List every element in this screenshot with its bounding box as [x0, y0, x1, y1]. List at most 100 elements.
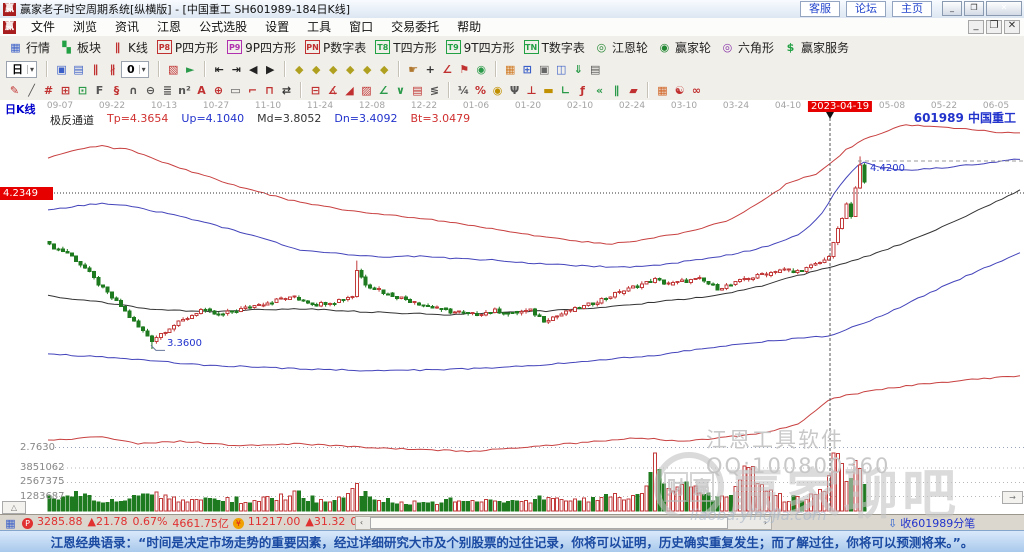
gann-box-tool[interactable]: ⊡: [75, 83, 90, 98]
chevron-down-icon[interactable]: ▾: [27, 65, 34, 74]
scroll-right-button[interactable]: →: [1002, 491, 1023, 504]
color-grid-icon[interactable]: ▦: [655, 83, 670, 98]
period-combo[interactable]: 日▾: [6, 61, 37, 78]
support-line-tool[interactable]: ⊥: [524, 83, 539, 98]
report-tool[interactable]: ▤: [410, 83, 425, 98]
next-bar-icon[interactable]: ▶: [263, 62, 278, 77]
winner-service-button[interactable]: $赢家服务: [783, 38, 849, 56]
menu-browse[interactable]: 浏览: [64, 18, 106, 36]
parallel-tool[interactable]: ∥: [609, 83, 624, 98]
pane-collapse-button[interactable]: △: [2, 501, 26, 514]
mdi-close-button[interactable]: ✕: [1004, 20, 1020, 34]
ratio-tool[interactable]: ¼: [456, 83, 471, 98]
print-icon[interactable]: ▤: [588, 62, 603, 77]
speed-lines-tool[interactable]: «: [592, 83, 607, 98]
t-table-button[interactable]: TNT数字表: [524, 38, 585, 56]
scroll-left-arrow-icon[interactable]: ‹: [356, 518, 367, 528]
forum-button[interactable]: 论坛: [846, 1, 886, 17]
infinity-icon[interactable]: ∞: [689, 83, 704, 98]
compress-diamond-icon[interactable]: ◆: [377, 62, 392, 77]
customer-service-button[interactable]: 客服: [800, 1, 840, 17]
shift-left-diamond-icon[interactable]: ◆: [326, 62, 341, 77]
circle-marker-icon[interactable]: ◉: [474, 62, 489, 77]
quote-table-icon[interactable]: ▦: [3, 516, 18, 531]
function-tool[interactable]: ƒ: [575, 83, 590, 98]
gold-band-tool[interactable]: ▬: [541, 83, 556, 98]
expand-diamond-icon[interactable]: ◆: [360, 62, 375, 77]
hand-tool-icon[interactable]: ☛: [406, 62, 421, 77]
cylinder-tool[interactable]: ⊓: [262, 83, 277, 98]
minimize-button[interactable]: _: [942, 1, 962, 16]
quote-button[interactable]: ▦行情: [8, 38, 50, 56]
overlay-kline-icon[interactable]: ▧: [166, 62, 181, 77]
mdi-minimize-button[interactable]: _: [968, 20, 984, 34]
circle-cross-tool[interactable]: ⊕: [211, 83, 226, 98]
menu-settings[interactable]: 设置: [256, 18, 298, 36]
p-table-button[interactable]: PNP数字表: [305, 38, 366, 56]
quote-board-icon[interactable]: ▤: [71, 62, 86, 77]
last-page-icon[interactable]: ⇥: [229, 62, 244, 77]
rays-tool[interactable]: ∡: [325, 83, 340, 98]
menu-file[interactable]: 文件: [22, 18, 64, 36]
taiji-icon[interactable]: ☯: [672, 83, 687, 98]
zoom-in-diamond-icon[interactable]: ◆: [292, 62, 307, 77]
gann-wheel-button[interactable]: ◎江恩轮: [594, 38, 648, 56]
9p-square-button[interactable]: P99P四方形: [227, 38, 296, 56]
homepage-button[interactable]: 主页: [892, 1, 932, 17]
menu-gann[interactable]: 江恩: [148, 18, 190, 36]
menu-news[interactable]: 资讯: [106, 18, 148, 36]
rect-tool[interactable]: ▭: [228, 83, 243, 98]
pencil-tool[interactable]: ✎: [7, 83, 22, 98]
fan-tool[interactable]: ◢: [342, 83, 357, 98]
window-layout-icon[interactable]: ▣: [54, 62, 69, 77]
multi-line-tool[interactable]: ≣: [160, 83, 175, 98]
9t-square-button[interactable]: T99T四方形: [446, 38, 515, 56]
grid-lines-tool[interactable]: #: [41, 83, 56, 98]
menu-formula-select[interactable]: 公式选股: [190, 18, 256, 36]
zigzag-tool[interactable]: ≶: [427, 83, 442, 98]
expand-tool[interactable]: ⇄: [279, 83, 294, 98]
angle-line-tool[interactable]: ∠: [376, 83, 391, 98]
menu-trade[interactable]: 交易委托: [382, 18, 448, 36]
t-square-button[interactable]: T8T四方形: [375, 38, 436, 56]
zoom-out-diamond-icon[interactable]: ◆: [309, 62, 324, 77]
trend-band-tool[interactable]: ▰: [626, 83, 641, 98]
close-button[interactable]: ✕: [986, 1, 1022, 16]
flag-marker-icon[interactable]: ⚑: [457, 62, 472, 77]
gold-section-circle-tool[interactable]: ◉: [490, 83, 505, 98]
save-icon[interactable]: ◫: [554, 62, 569, 77]
tick-data-link[interactable]: ⇩ 收601989分笔: [888, 515, 975, 531]
percent-tool[interactable]: %: [473, 83, 488, 98]
menu-tools[interactable]: 工具: [298, 18, 340, 36]
ellipse-tool[interactable]: ⊖: [143, 83, 158, 98]
menu-window[interactable]: 窗口: [340, 18, 382, 36]
wedge-tool[interactable]: ∟: [558, 83, 573, 98]
square-of-nine-tool[interactable]: n²: [177, 83, 192, 98]
kline-button[interactable]: ∥K线: [110, 38, 148, 56]
gann-grid-tool[interactable]: ⊞: [58, 83, 73, 98]
crosshair-tool-icon[interactable]: +: [423, 62, 438, 77]
first-page-icon[interactable]: ⇤: [212, 62, 227, 77]
sector-button[interactable]: ▚板块: [59, 38, 101, 56]
export-icon[interactable]: ⇓: [571, 62, 586, 77]
ray-tool[interactable]: ⌐: [245, 83, 260, 98]
compass-tool[interactable]: A: [194, 83, 209, 98]
kline-style-icon[interactable]: ∥: [88, 62, 103, 77]
shade-tool[interactable]: ▨: [359, 83, 374, 98]
trend-line-tool[interactable]: ╱: [24, 83, 39, 98]
winner-wheel-button[interactable]: ◉赢家轮: [657, 38, 711, 56]
restore-button[interactable]: ❐: [964, 1, 984, 16]
mdi-restore-button[interactable]: ❐: [986, 20, 1002, 34]
spiral-tool[interactable]: §: [109, 83, 124, 98]
snapshot-icon[interactable]: ▣: [537, 62, 552, 77]
calendar-icon[interactable]: ▦: [503, 62, 518, 77]
cylinder-combo[interactable]: 0▾: [121, 61, 149, 78]
pitchfork-tool[interactable]: Ψ: [507, 83, 522, 98]
arc-tool[interactable]: ∩: [126, 83, 141, 98]
kline-bar-icon[interactable]: ∦: [105, 62, 120, 77]
p-square-button[interactable]: P8P四方形: [157, 38, 218, 56]
box-line-tool[interactable]: ⊟: [308, 83, 323, 98]
hexagon-button[interactable]: ◎六角形: [720, 38, 774, 56]
flag-icon[interactable]: ►: [183, 62, 198, 77]
prev-bar-icon[interactable]: ◀: [246, 62, 261, 77]
